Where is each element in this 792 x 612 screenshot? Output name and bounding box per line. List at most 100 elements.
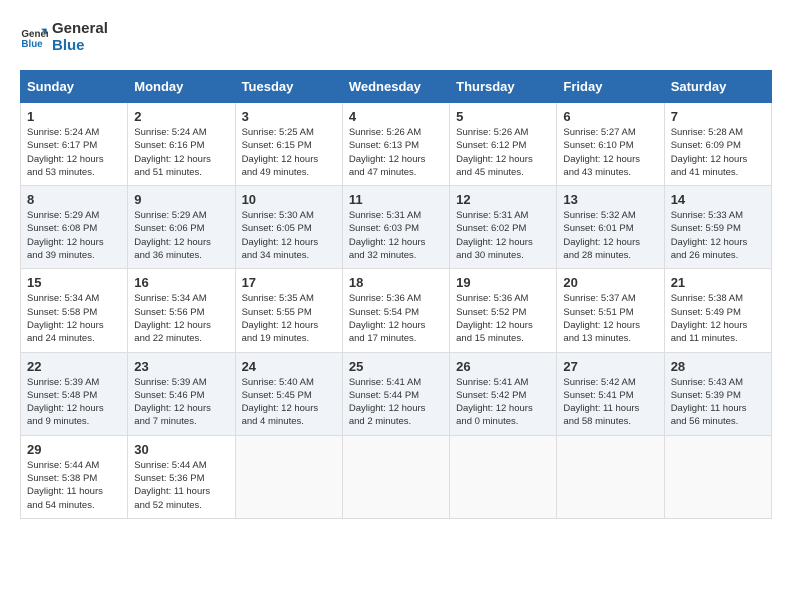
weekday-header: Friday bbox=[557, 71, 664, 103]
day-info: Sunrise: 5:36 AM Sunset: 5:54 PM Dayligh… bbox=[349, 292, 443, 345]
day-number: 11 bbox=[349, 192, 443, 207]
day-number: 18 bbox=[349, 275, 443, 290]
day-info: Sunrise: 5:38 AM Sunset: 5:49 PM Dayligh… bbox=[671, 292, 765, 345]
logo-text-line1: General bbox=[52, 20, 108, 37]
day-info: Sunrise: 5:41 AM Sunset: 5:44 PM Dayligh… bbox=[349, 376, 443, 429]
day-number: 30 bbox=[134, 442, 228, 457]
calendar-week-row: 15 Sunrise: 5:34 AM Sunset: 5:58 PM Dayl… bbox=[21, 269, 772, 352]
day-number: 22 bbox=[27, 359, 121, 374]
day-number: 16 bbox=[134, 275, 228, 290]
logo: General Blue General Blue bbox=[20, 20, 108, 54]
weekday-header: Saturday bbox=[664, 71, 771, 103]
day-info: Sunrise: 5:29 AM Sunset: 6:06 PM Dayligh… bbox=[134, 209, 228, 262]
calendar-day-cell: 14 Sunrise: 5:33 AM Sunset: 5:59 PM Dayl… bbox=[664, 186, 771, 269]
day-info: Sunrise: 5:43 AM Sunset: 5:39 PM Dayligh… bbox=[671, 376, 765, 429]
calendar-day-cell: 3 Sunrise: 5:25 AM Sunset: 6:15 PM Dayli… bbox=[235, 103, 342, 186]
calendar-day-cell bbox=[664, 435, 771, 518]
svg-text:Blue: Blue bbox=[21, 39, 43, 50]
calendar-day-cell bbox=[235, 435, 342, 518]
day-number: 6 bbox=[563, 109, 657, 124]
day-info: Sunrise: 5:40 AM Sunset: 5:45 PM Dayligh… bbox=[242, 376, 336, 429]
calendar-day-cell: 1 Sunrise: 5:24 AM Sunset: 6:17 PM Dayli… bbox=[21, 103, 128, 186]
day-info: Sunrise: 5:25 AM Sunset: 6:15 PM Dayligh… bbox=[242, 126, 336, 179]
calendar-week-row: 1 Sunrise: 5:24 AM Sunset: 6:17 PM Dayli… bbox=[21, 103, 772, 186]
day-info: Sunrise: 5:26 AM Sunset: 6:13 PM Dayligh… bbox=[349, 126, 443, 179]
day-number: 29 bbox=[27, 442, 121, 457]
calendar-day-cell: 22 Sunrise: 5:39 AM Sunset: 5:48 PM Dayl… bbox=[21, 352, 128, 435]
day-info: Sunrise: 5:29 AM Sunset: 6:08 PM Dayligh… bbox=[27, 209, 121, 262]
day-number: 28 bbox=[671, 359, 765, 374]
calendar-day-cell: 11 Sunrise: 5:31 AM Sunset: 6:03 PM Dayl… bbox=[342, 186, 449, 269]
weekday-header: Wednesday bbox=[342, 71, 449, 103]
day-number: 4 bbox=[349, 109, 443, 124]
day-number: 10 bbox=[242, 192, 336, 207]
day-info: Sunrise: 5:33 AM Sunset: 5:59 PM Dayligh… bbox=[671, 209, 765, 262]
day-number: 25 bbox=[349, 359, 443, 374]
logo-text-line2: Blue bbox=[52, 37, 108, 54]
day-number: 8 bbox=[27, 192, 121, 207]
calendar-day-cell: 23 Sunrise: 5:39 AM Sunset: 5:46 PM Dayl… bbox=[128, 352, 235, 435]
day-info: Sunrise: 5:34 AM Sunset: 5:56 PM Dayligh… bbox=[134, 292, 228, 345]
day-number: 23 bbox=[134, 359, 228, 374]
calendar-day-cell: 6 Sunrise: 5:27 AM Sunset: 6:10 PM Dayli… bbox=[557, 103, 664, 186]
day-info: Sunrise: 5:27 AM Sunset: 6:10 PM Dayligh… bbox=[563, 126, 657, 179]
calendar-week-row: 8 Sunrise: 5:29 AM Sunset: 6:08 PM Dayli… bbox=[21, 186, 772, 269]
day-info: Sunrise: 5:24 AM Sunset: 6:17 PM Dayligh… bbox=[27, 126, 121, 179]
calendar-week-row: 22 Sunrise: 5:39 AM Sunset: 5:48 PM Dayl… bbox=[21, 352, 772, 435]
day-number: 17 bbox=[242, 275, 336, 290]
calendar-day-cell: 26 Sunrise: 5:41 AM Sunset: 5:42 PM Dayl… bbox=[450, 352, 557, 435]
calendar-day-cell bbox=[342, 435, 449, 518]
day-info: Sunrise: 5:24 AM Sunset: 6:16 PM Dayligh… bbox=[134, 126, 228, 179]
calendar-day-cell: 5 Sunrise: 5:26 AM Sunset: 6:12 PM Dayli… bbox=[450, 103, 557, 186]
calendar-day-cell: 7 Sunrise: 5:28 AM Sunset: 6:09 PM Dayli… bbox=[664, 103, 771, 186]
day-number: 3 bbox=[242, 109, 336, 124]
day-info: Sunrise: 5:32 AM Sunset: 6:01 PM Dayligh… bbox=[563, 209, 657, 262]
day-number: 9 bbox=[134, 192, 228, 207]
calendar-day-cell: 25 Sunrise: 5:41 AM Sunset: 5:44 PM Dayl… bbox=[342, 352, 449, 435]
day-number: 19 bbox=[456, 275, 550, 290]
day-number: 15 bbox=[27, 275, 121, 290]
day-info: Sunrise: 5:44 AM Sunset: 5:36 PM Dayligh… bbox=[134, 459, 228, 512]
day-info: Sunrise: 5:35 AM Sunset: 5:55 PM Dayligh… bbox=[242, 292, 336, 345]
calendar-day-cell: 15 Sunrise: 5:34 AM Sunset: 5:58 PM Dayl… bbox=[21, 269, 128, 352]
calendar-day-cell: 2 Sunrise: 5:24 AM Sunset: 6:16 PM Dayli… bbox=[128, 103, 235, 186]
calendar-day-cell: 17 Sunrise: 5:35 AM Sunset: 5:55 PM Dayl… bbox=[235, 269, 342, 352]
day-info: Sunrise: 5:28 AM Sunset: 6:09 PM Dayligh… bbox=[671, 126, 765, 179]
calendar-table: SundayMondayTuesdayWednesdayThursdayFrid… bbox=[20, 70, 772, 519]
calendar-body: 1 Sunrise: 5:24 AM Sunset: 6:17 PM Dayli… bbox=[21, 103, 772, 519]
calendar-header-row: SundayMondayTuesdayWednesdayThursdayFrid… bbox=[21, 71, 772, 103]
calendar-day-cell: 21 Sunrise: 5:38 AM Sunset: 5:49 PM Dayl… bbox=[664, 269, 771, 352]
calendar-day-cell: 28 Sunrise: 5:43 AM Sunset: 5:39 PM Dayl… bbox=[664, 352, 771, 435]
day-number: 12 bbox=[456, 192, 550, 207]
calendar-day-cell: 12 Sunrise: 5:31 AM Sunset: 6:02 PM Dayl… bbox=[450, 186, 557, 269]
page-header: General Blue General Blue bbox=[20, 20, 772, 54]
calendar-day-cell bbox=[557, 435, 664, 518]
day-info: Sunrise: 5:31 AM Sunset: 6:02 PM Dayligh… bbox=[456, 209, 550, 262]
calendar-day-cell: 9 Sunrise: 5:29 AM Sunset: 6:06 PM Dayli… bbox=[128, 186, 235, 269]
calendar-day-cell: 13 Sunrise: 5:32 AM Sunset: 6:01 PM Dayl… bbox=[557, 186, 664, 269]
day-number: 1 bbox=[27, 109, 121, 124]
calendar-day-cell: 24 Sunrise: 5:40 AM Sunset: 5:45 PM Dayl… bbox=[235, 352, 342, 435]
day-number: 7 bbox=[671, 109, 765, 124]
day-number: 2 bbox=[134, 109, 228, 124]
day-number: 5 bbox=[456, 109, 550, 124]
calendar-day-cell: 4 Sunrise: 5:26 AM Sunset: 6:13 PM Dayli… bbox=[342, 103, 449, 186]
calendar-day-cell: 10 Sunrise: 5:30 AM Sunset: 6:05 PM Dayl… bbox=[235, 186, 342, 269]
logo-icon: General Blue bbox=[20, 23, 48, 51]
calendar-day-cell: 29 Sunrise: 5:44 AM Sunset: 5:38 PM Dayl… bbox=[21, 435, 128, 518]
day-info: Sunrise: 5:44 AM Sunset: 5:38 PM Dayligh… bbox=[27, 459, 121, 512]
day-info: Sunrise: 5:39 AM Sunset: 5:46 PM Dayligh… bbox=[134, 376, 228, 429]
calendar-day-cell: 30 Sunrise: 5:44 AM Sunset: 5:36 PM Dayl… bbox=[128, 435, 235, 518]
day-info: Sunrise: 5:34 AM Sunset: 5:58 PM Dayligh… bbox=[27, 292, 121, 345]
day-number: 14 bbox=[671, 192, 765, 207]
calendar-week-row: 29 Sunrise: 5:44 AM Sunset: 5:38 PM Dayl… bbox=[21, 435, 772, 518]
day-info: Sunrise: 5:41 AM Sunset: 5:42 PM Dayligh… bbox=[456, 376, 550, 429]
weekday-header: Sunday bbox=[21, 71, 128, 103]
day-info: Sunrise: 5:26 AM Sunset: 6:12 PM Dayligh… bbox=[456, 126, 550, 179]
calendar-day-cell bbox=[450, 435, 557, 518]
calendar-day-cell: 8 Sunrise: 5:29 AM Sunset: 6:08 PM Dayli… bbox=[21, 186, 128, 269]
calendar-day-cell: 16 Sunrise: 5:34 AM Sunset: 5:56 PM Dayl… bbox=[128, 269, 235, 352]
weekday-header: Thursday bbox=[450, 71, 557, 103]
day-number: 13 bbox=[563, 192, 657, 207]
day-info: Sunrise: 5:30 AM Sunset: 6:05 PM Dayligh… bbox=[242, 209, 336, 262]
